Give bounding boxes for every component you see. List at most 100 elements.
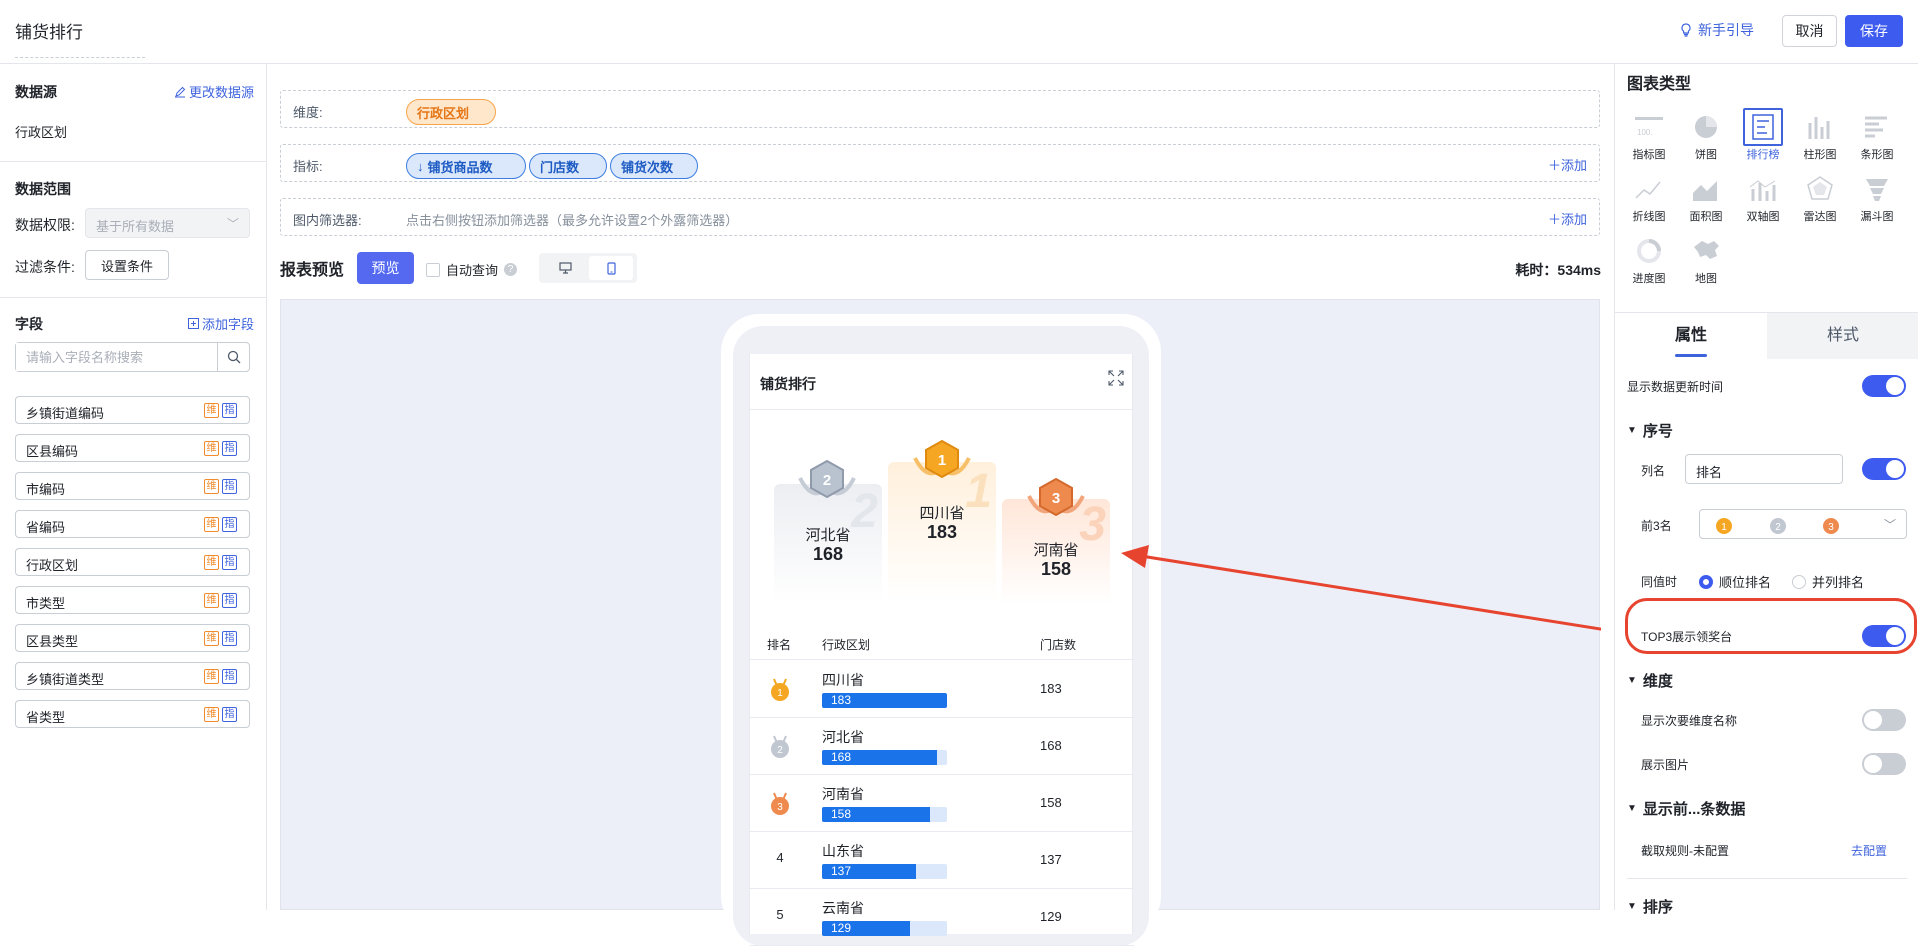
goto-config-link[interactable]: 去配置 (1851, 842, 1887, 859)
guide-link[interactable]: 新手引导 (1680, 20, 1754, 40)
col-name-input[interactable]: 排名 (1685, 454, 1843, 484)
field-item[interactable]: 区县类型 维指 (15, 624, 250, 652)
chart-type-ranking[interactable]: 排行榜 (1737, 108, 1789, 166)
indicator-chip-stores[interactable]: 门店数 (529, 153, 607, 179)
divider (0, 161, 267, 162)
dimension-tag: 维 (204, 441, 219, 456)
chevron-down-icon: ﹀ (226, 217, 239, 231)
mobile-toggle[interactable] (589, 256, 633, 280)
field-search-input[interactable] (16, 343, 211, 371)
field-item[interactable]: 行政区划 维指 (15, 548, 250, 576)
field-item[interactable]: 市编码 维指 (15, 472, 250, 500)
annotation-arrow (1121, 545, 1601, 631)
desktop-toggle[interactable] (543, 256, 587, 280)
search-button[interactable] (217, 343, 249, 371)
dimension-tag: 维 (204, 631, 219, 646)
add-indicator-button[interactable]: ＋添加 (1548, 155, 1587, 174)
cancel-button[interactable]: 取消 (1782, 15, 1837, 47)
top3-medal-select[interactable]: 1 2 3 ﹀ (1699, 509, 1907, 539)
indicator-tag: 指 (222, 517, 237, 532)
chart-type-bar[interactable]: 条形图 (1851, 108, 1903, 166)
chart-type-label: 雷达图 (1803, 211, 1837, 223)
show-update-toggle[interactable] (1862, 375, 1906, 397)
chart-type-pie[interactable]: 饼图 (1680, 108, 1732, 166)
field-item[interactable]: 省类型 维指 (15, 700, 250, 728)
show-sub-toggle[interactable] (1862, 709, 1906, 731)
chart-type-radar[interactable]: 雷达图 (1794, 170, 1846, 228)
field-item[interactable]: 乡镇街道编码 维指 (15, 396, 250, 424)
plus-square-icon (188, 318, 199, 329)
caret-down-icon: ▼ (1627, 675, 1637, 686)
field-tags: 维指 (204, 441, 237, 456)
tab-label: 属性 (1674, 327, 1707, 344)
toggle-knob (1886, 377, 1904, 395)
dimension-tag: 维 (204, 403, 219, 418)
group-dimension[interactable]: ▼ 维度 (1627, 670, 1673, 691)
progress-chart-icon (1629, 232, 1669, 270)
chart-type-line[interactable]: 折线图 (1623, 170, 1675, 228)
tie-option-parallel[interactable]: 并列排名 (1792, 572, 1864, 591)
add-filter-button[interactable]: ＋添加 (1548, 209, 1587, 228)
sequence-toggle[interactable] (1862, 458, 1906, 480)
tab-underline (1675, 354, 1707, 357)
chart-type-column[interactable]: 柱形图 (1794, 108, 1846, 166)
tie-option-sequential[interactable]: 顺位排名 (1699, 572, 1771, 591)
indicator-tag: 指 (222, 555, 237, 570)
indicator-chip-times[interactable]: 铺货次数 (610, 153, 698, 179)
dimension-tag: 维 (204, 707, 219, 722)
dimension-tag: 维 (204, 555, 219, 570)
preview-button[interactable]: 预览 (357, 252, 414, 284)
save-button[interactable]: 保存 (1845, 15, 1903, 47)
search-icon (227, 350, 240, 364)
field-item[interactable]: 乡镇街道类型 维指 (15, 662, 250, 690)
field-item[interactable]: 市类型 维指 (15, 586, 250, 614)
page-title[interactable]: 铺货排行 (15, 18, 145, 58)
change-datasource-link[interactable]: 更改数据源 (174, 82, 254, 101)
add-field-link[interactable]: 添加字段 (188, 314, 254, 333)
field-tags: 维指 (204, 631, 237, 646)
field-tags: 维指 (204, 517, 237, 532)
ranking-chart-icon (1743, 108, 1783, 146)
device-switch (539, 253, 637, 283)
cut-rule-label: 截取规则-未配置 (1641, 844, 1729, 858)
indicator-tag: 指 (222, 441, 237, 456)
radio-unchecked[interactable] (1792, 574, 1806, 589)
chart-type-label: 双轴图 (1746, 211, 1780, 223)
tab-style[interactable]: 样式 (1767, 313, 1918, 359)
dimension-tag: 维 (204, 669, 219, 684)
chart-type-dual-axis[interactable]: 双轴图 (1737, 170, 1789, 228)
filter-label: 过滤条件: (15, 259, 75, 275)
auto-query-checkbox[interactable] (426, 262, 440, 277)
chart-type-area[interactable]: 面积图 (1680, 170, 1732, 228)
auto-query-label: 自动查询 (446, 263, 499, 278)
field-item[interactable]: 区县编码 维指 (15, 434, 250, 462)
plus-icon: ＋ (1547, 212, 1561, 227)
tab-properties[interactable]: 属性 (1615, 313, 1767, 359)
chart-type-metric[interactable]: 100. 指标图 (1623, 108, 1675, 166)
field-item[interactable]: 省编码 维指 (15, 510, 250, 538)
indicator-chip-goods[interactable]: ↓ 铺货商品数 (406, 153, 526, 179)
set-condition-button[interactable]: 设置条件 (85, 250, 169, 280)
svg-text:2: 2 (1775, 522, 1781, 533)
auto-query[interactable]: 自动查询 ? (426, 260, 518, 279)
indicator-tag: 指 (222, 707, 237, 722)
chart-type-progress[interactable]: 进度图 (1623, 232, 1675, 290)
monitor-icon (558, 262, 572, 274)
toggle-knob (1864, 755, 1882, 773)
dimension-chip[interactable]: 行政区划 (406, 99, 496, 125)
group-sort[interactable]: ▼ 排序 (1627, 896, 1673, 917)
field-tags: 维指 (204, 403, 237, 418)
chevron-down-icon: ﹀ (1883, 518, 1896, 532)
filter-row: 图内筛选器: 点击右侧按钮添加筛选器（最多允许设置2个外露筛选器） ＋添加 (280, 198, 1600, 236)
help-icon[interactable]: ? (504, 263, 518, 276)
radio-label: 顺位排名 (1719, 575, 1772, 590)
group-topn[interactable]: ▼ 显示前...条数据 (1627, 798, 1745, 819)
group-sequence[interactable]: ▼ 序号 (1627, 420, 1673, 441)
radio-checked[interactable] (1699, 574, 1713, 589)
caret-down-icon: ▼ (1627, 803, 1637, 814)
datasource-value: 行政区划 (15, 125, 68, 140)
chart-type-label: 条形图 (1860, 149, 1894, 161)
show-img-toggle[interactable] (1862, 753, 1906, 775)
chart-type-map[interactable]: 地图 (1680, 232, 1732, 290)
chart-type-funnel[interactable]: 漏斗图 (1851, 170, 1903, 228)
